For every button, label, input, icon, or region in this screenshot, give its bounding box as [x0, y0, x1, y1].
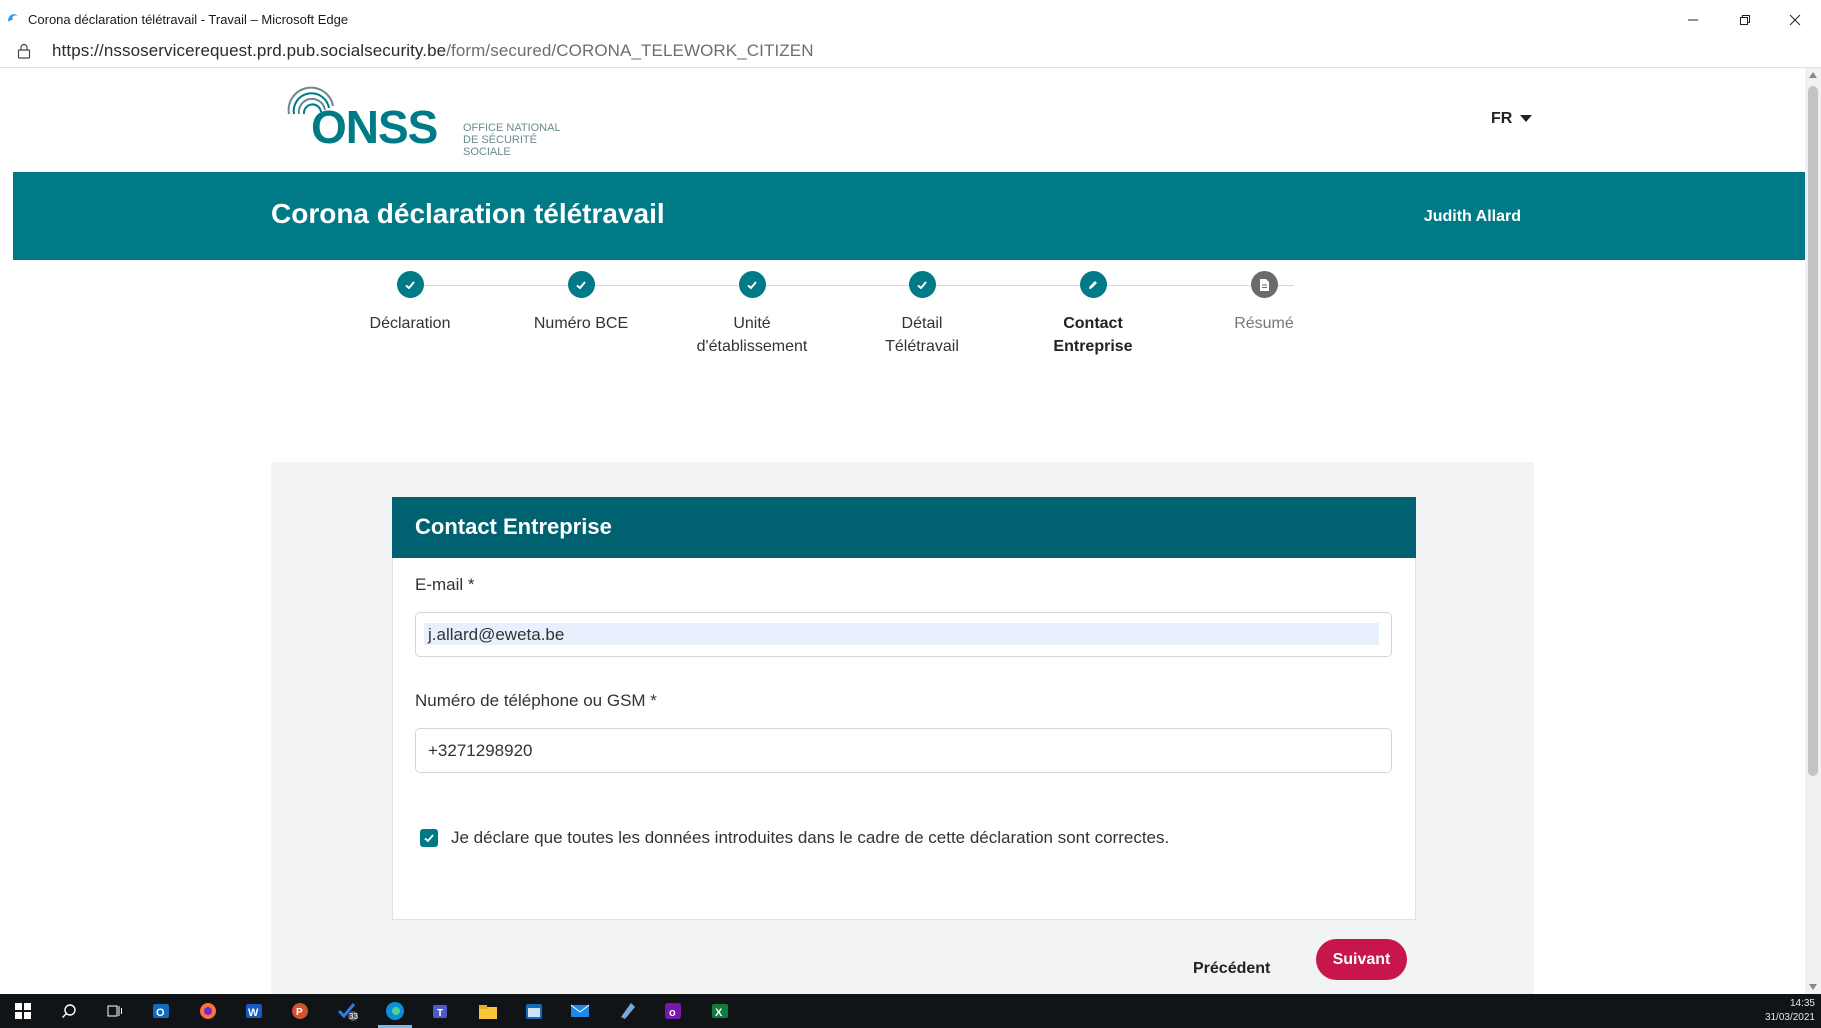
- step-label: Déclaration: [369, 315, 451, 332]
- scroll-down-icon[interactable]: [1809, 984, 1817, 990]
- phone-label: Numéro de téléphone ou GSM *: [415, 691, 657, 710]
- user-name[interactable]: Judith Allard: [1424, 208, 1521, 226]
- step-label: Numéro BCE: [533, 315, 629, 332]
- excel-icon[interactable]: X: [709, 1000, 731, 1022]
- check-icon: [738, 271, 766, 298]
- page-title: Corona déclaration télétravail: [271, 198, 665, 229]
- logo-subtitle: OFFICE NATIONAL DE SÉCURITÉ SOCIALE: [463, 122, 561, 158]
- scrollbar-thumb[interactable]: [1808, 86, 1818, 776]
- check-icon: [908, 271, 936, 298]
- mail-icon[interactable]: [569, 1000, 591, 1022]
- clock-date: 31/03/2021: [1764, 1012, 1815, 1023]
- step-detail-teletravail[interactable]: Détail Télétravail: [832, 271, 1012, 358]
- previous-button[interactable]: Précédent: [1193, 960, 1270, 978]
- document-icon: [1250, 271, 1278, 298]
- step-label: Unité d'établissement: [696, 315, 808, 355]
- address-bar[interactable]: https://nssoservicerequest.prd.pub.socia…: [0, 33, 1821, 68]
- file-explorer-icon[interactable]: [477, 1000, 499, 1022]
- step-numero-bce[interactable]: Numéro BCE: [491, 271, 671, 335]
- language-selector[interactable]: FR: [1491, 110, 1533, 128]
- page-banner: Corona déclaration télétravail Judith Al…: [13, 172, 1805, 260]
- check-icon: [396, 271, 424, 298]
- step-unite-etablissement[interactable]: Unité d'établissement: [662, 271, 842, 358]
- email-value: j.allard@eweta.be: [428, 625, 565, 644]
- svg-text:O: O: [156, 1007, 165, 1019]
- outlook-icon[interactable]: O: [150, 1000, 172, 1022]
- card-title: Contact Entreprise: [415, 514, 612, 539]
- calendar-icon[interactable]: [523, 1000, 545, 1022]
- powerpoint-icon[interactable]: P: [289, 1000, 311, 1022]
- autofill-highlight: [424, 623, 1379, 645]
- email-label: E-mail *: [415, 575, 475, 594]
- step-declaration[interactable]: Déclaration: [320, 271, 500, 335]
- next-button[interactable]: Suivant: [1316, 939, 1407, 980]
- onenote-icon[interactable]: o: [662, 1000, 684, 1022]
- minimize-button[interactable]: [1670, 7, 1716, 33]
- notes-icon[interactable]: [616, 1000, 638, 1022]
- close-icon: [1789, 14, 1801, 26]
- taskbar-clock[interactable]: 14:35 31/03/2021: [1765, 997, 1815, 1025]
- firefox-icon[interactable]: [197, 1000, 219, 1022]
- close-button[interactable]: [1772, 7, 1818, 33]
- windows-taskbar: O W P 33 T o X 14:35 31/03/2021: [0, 994, 1821, 1028]
- pencil-icon: [1079, 271, 1107, 298]
- svg-text:X: X: [715, 1007, 723, 1019]
- declaration-checkbox[interactable]: [420, 829, 438, 847]
- svg-text:W: W: [248, 1007, 259, 1019]
- edge-icon[interactable]: [384, 1000, 406, 1022]
- check-icon: [567, 271, 595, 298]
- task-view-icon[interactable]: [104, 1000, 126, 1022]
- step-label: Contact Entreprise: [1053, 315, 1133, 355]
- page-viewport: ONSS OFFICE NATIONAL DE SÉCURITÉ SOCIALE…: [13, 68, 1805, 994]
- step-label: Détail Télétravail: [885, 315, 959, 355]
- clock-time: 14:35: [1789, 998, 1815, 1009]
- phone-field[interactable]: +3271298920: [415, 728, 1392, 773]
- window-title-bar: Corona déclaration télétravail - Travail…: [0, 7, 1821, 33]
- card-header: Contact Entreprise: [392, 497, 1416, 558]
- language-label: FR: [1491, 110, 1513, 127]
- caret-down-icon: [1520, 115, 1533, 123]
- restore-icon: [1740, 15, 1750, 25]
- declaration-text: Je déclare que toutes les données introd…: [451, 828, 1170, 847]
- step-contact-entreprise[interactable]: Contact Entreprise: [1003, 271, 1183, 358]
- logo-wordmark: ONSS: [311, 101, 438, 153]
- todo-badge: 33: [349, 1012, 358, 1021]
- check-icon: [424, 834, 434, 843]
- search-icon[interactable]: [58, 1000, 80, 1022]
- word-icon[interactable]: W: [243, 1000, 265, 1022]
- vertical-scrollbar[interactable]: [1805, 68, 1821, 994]
- email-field[interactable]: j.allard@eweta.be: [415, 612, 1392, 657]
- minimize-icon: [1688, 19, 1698, 21]
- step-resume: Résumé: [1174, 271, 1354, 335]
- svg-text:T: T: [437, 1008, 443, 1019]
- windows-start-icon[interactable]: [12, 1000, 34, 1022]
- teams-icon[interactable]: T: [430, 1000, 452, 1022]
- step-label: Résumé: [1234, 315, 1294, 332]
- phone-value: +3271298920: [428, 741, 533, 760]
- edge-app-icon: [8, 14, 18, 22]
- scroll-up-icon[interactable]: [1809, 72, 1817, 78]
- restore-button[interactable]: [1722, 7, 1768, 33]
- lock-icon[interactable]: [17, 43, 31, 59]
- todo-icon[interactable]: 33: [336, 1000, 358, 1022]
- window-title: Corona déclaration télétravail - Travail…: [28, 12, 349, 27]
- svg-text:P: P: [296, 1007, 303, 1018]
- svg-text:o: o: [669, 1007, 676, 1019]
- url-text[interactable]: https://nssoservicerequest.prd.pub.socia…: [52, 41, 814, 61]
